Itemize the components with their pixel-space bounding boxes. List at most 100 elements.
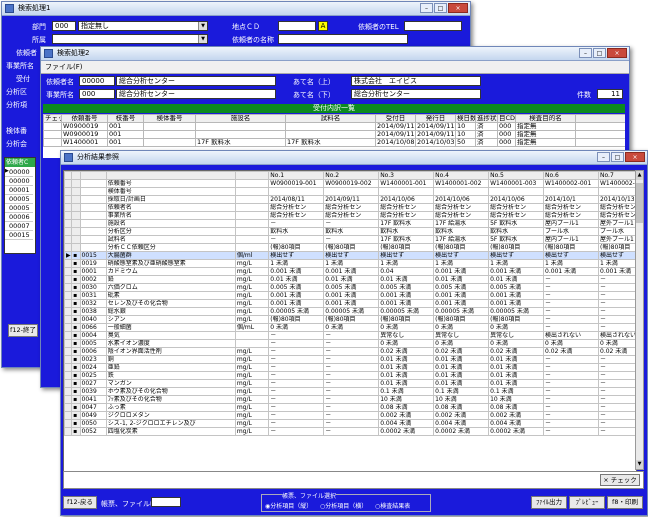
row-checkbox[interactable]: ▪ [71, 427, 81, 436]
col-header[interactable]: 依頼番号 [61, 114, 108, 123]
table-row[interactable]: ▪ 0039 ホウ素及びその化合物 mg/L －－ 0.1 未満 0.1 未満 0.1 未満－… [64, 387, 636, 396]
column-header[interactable]: No.4 [433, 171, 490, 180]
row-checkbox[interactable] [71, 179, 81, 188]
table-row[interactable]: ▪0066一般細菌個/mL0 未満0 未満0 未満0 未満0 未満－－－0 未満 [64, 323, 636, 332]
row-checkbox[interactable] [71, 211, 81, 220]
close-icon[interactable]: × [607, 48, 627, 58]
table-row[interactable]: ▪0005水素イオン濃度－－0 未満0 未満0 未満0 未満0 未満0 未満0 … [64, 339, 636, 348]
list-item[interactable]: 00001 [5, 186, 33, 195]
atesaki-up-field[interactable]: 株式会社 エイビス [351, 76, 481, 86]
table-row[interactable]: ▪ 0001 カドミウム mg/L 0.001 未満 0.001 未満 0.04 0.001 … [64, 267, 636, 276]
row-checkbox[interactable]: ▪ [71, 299, 81, 308]
row-checkbox[interactable]: ▪ [71, 419, 81, 428]
minimize-icon[interactable]: – [420, 3, 433, 13]
close-icon[interactable]: × [448, 3, 468, 13]
ledger-field[interactable] [151, 497, 181, 507]
row-checkbox[interactable]: ▪ [71, 331, 81, 340]
list-item[interactable]: 00000 [5, 168, 33, 177]
preview-button[interactable]: ﾌﾟﾚﾋﾞｭｰ [569, 496, 605, 509]
chiten-cd-field[interactable] [278, 21, 316, 31]
row-checkbox[interactable]: ▪ [71, 275, 81, 284]
table-row[interactable]: W1400001 001 17F 飲料水 17F 飲料水 2014/10/08 … [43, 138, 625, 147]
scroll-down-icon[interactable]: ▼ [636, 460, 643, 469]
table-row[interactable]: ▪0025鉄mg/L－－0.01 未満0.01 未満0.01 未満－－－0.01… [64, 371, 636, 380]
row-checkbox[interactable]: ▪ [71, 403, 81, 412]
table-row[interactable]: ▪ 0006 陰イオン界面活性剤 mg/L －－ 0.02 未満 0.02 未満 0.02 未… [64, 347, 636, 356]
list-item[interactable]: 00005 [5, 195, 33, 204]
table-row[interactable]: W0900019 001 2014/09/11 2014/09/11 10 済 … [43, 122, 625, 131]
col-header[interactable]: 試料名 [285, 114, 376, 123]
menu-file[interactable]: ファイル(F) [45, 63, 83, 71]
table-row[interactable]: ▶ ▪ 0015 大腸菌群 個/ml 検出せず 検出せず 検出せず 検出せず 検出せず 検出せず 検出… [64, 251, 636, 260]
radio-option[interactable]: ○検査結果表 [375, 501, 410, 510]
column-header[interactable]: No.6 [543, 171, 599, 180]
row-checkbox[interactable]: ▪ [71, 355, 81, 364]
jigyosho-code-field[interactable]: 000 [79, 89, 115, 99]
row-checkbox[interactable]: ▪ [71, 411, 81, 420]
row-checkbox[interactable]: ▪ [71, 379, 81, 388]
list-item[interactable]: 00007 [5, 222, 33, 231]
row-checkbox[interactable]: ▪ [71, 283, 81, 292]
row-checkbox[interactable]: ▪ [71, 307, 81, 316]
row-checkbox[interactable] [43, 130, 62, 139]
table-row[interactable]: ▪ 0038 総水銀 mg/L 0.00005 未満 0.00005 未満 0.00005 … [64, 307, 636, 316]
table-row[interactable]: W0900019 001 2014/09/11 2014/09/11 10 済 … [43, 130, 625, 139]
column-header[interactable]: No.2 [323, 171, 380, 180]
vertical-scrollbar[interactable]: ▲ ▼ [635, 170, 644, 470]
irainin-code-field[interactable]: 00000 [79, 76, 115, 86]
table-row[interactable]: ▪0023銅mg/L－－0.01 未満0.01 未満0.01 未満－－－0.01… [64, 355, 636, 364]
irainin-name-field[interactable]: 総合分析センター [116, 76, 276, 86]
column-header[interactable]: No.1 [268, 171, 325, 180]
row-checkbox[interactable]: ▪ [71, 347, 81, 356]
maximize-icon[interactable]: □ [611, 152, 624, 162]
exit-button[interactable]: f12-終了 [8, 324, 38, 337]
col-header[interactable]: 枝番号 [107, 114, 144, 123]
col-header[interactable]: 発行日 [415, 114, 456, 123]
bumon-code-field[interactable]: 000 [52, 21, 76, 31]
row-checkbox[interactable] [43, 138, 62, 147]
table-row[interactable]: ▪ 0052 四塩化炭素 mg/L －－ 0.0002 未満 0.0002 未満 0.0002… [64, 427, 636, 436]
minimize-icon[interactable]: – [597, 152, 610, 162]
jigyosho-name-field[interactable]: 総合分析センター [116, 89, 276, 99]
table-row[interactable]: ▪0004臭気－－異常なし異常なし異常なし検出されない検出されない検出されない異… [64, 331, 636, 340]
table-row[interactable]: ▪0027マンガンmg/L－－0.01 未満0.01 未満0.01 未満－－－0… [64, 379, 636, 388]
row-checkbox[interactable]: ▪ [71, 339, 81, 348]
close-icon[interactable]: × [625, 152, 645, 162]
table-row[interactable]: ▪ 0019 硝酸態窒素及び亜硝酸態窒素 mg/L 1 未満 1 未満 1 未満 1 未満 1 … [64, 259, 636, 268]
row-checkbox[interactable] [71, 235, 81, 244]
row-checkbox[interactable]: ▪ [71, 259, 81, 268]
list-item[interactable]: 00006 [5, 213, 33, 222]
column-header[interactable]: No.7 [598, 171, 636, 180]
irainin-mei-field[interactable] [278, 34, 408, 44]
row-checkbox[interactable]: ▪ [71, 291, 81, 300]
row-checkbox[interactable]: ▪ [71, 387, 81, 396]
table-row[interactable]: ▪ 0040 シアン mg/L (報)80項目 (報)80項目 (報)80項目 (報)80項目… [64, 315, 636, 324]
col-header[interactable]: 検査目的名 [515, 114, 576, 123]
list-item[interactable]: 00015 [5, 231, 33, 240]
table-row[interactable]: ▪ 0002 鉛 mg/L 0.01 未満 0.01 未満 0.01 未満 0.01 未満 0.… [64, 275, 636, 284]
table-row[interactable]: ▪ 0050 シス-1, 2-ジクロロエチレン及び mg/L －－ 0.004 未満 0.0… [64, 419, 636, 428]
irainin-tel-field[interactable] [404, 21, 462, 31]
row-checkbox[interactable]: ▪ [71, 371, 81, 380]
atesaki-down-field[interactable]: 総合分析センター [351, 89, 481, 99]
table-row[interactable]: ▪ 0030 六価クロム mg/L 0.005 未満 0.005 未満 0.005 未満 0.… [64, 283, 636, 292]
print-button[interactable]: f8・印刷 [607, 496, 643, 509]
radio-option[interactable]: ◉分析項目（縦） [265, 501, 312, 510]
chevron-down-icon[interactable]: ▼ [198, 35, 207, 43]
col-header[interactable]: 検日数 [455, 114, 476, 123]
table-row[interactable]: ▪ 0032 セレン及びその化合物 mg/L 0.001 未満 0.001 未満 0.001… [64, 299, 636, 308]
bumon-select[interactable]: 指定無し ▼ [78, 21, 208, 31]
row-checkbox[interactable] [71, 187, 81, 196]
row-checkbox[interactable]: ▪ [71, 395, 81, 404]
table-row[interactable]: ▪0041ﾌｯ素及びその化合物mg/L－－10 未満10 未満10 未満－－－－ [64, 395, 636, 404]
col-header[interactable]: 検体番号 [143, 114, 196, 123]
row-checkbox[interactable]: ▪ [71, 315, 81, 324]
row-checkbox[interactable] [43, 122, 62, 131]
maximize-icon[interactable]: □ [434, 3, 447, 13]
chevron-down-icon[interactable]: ▼ [198, 22, 207, 30]
row-checkbox[interactable] [71, 219, 81, 228]
scroll-thumb[interactable] [636, 183, 643, 223]
col-header[interactable]: 進捗状況 [475, 114, 498, 123]
row-checkbox[interactable]: ▪ [71, 323, 81, 332]
col-header[interactable]: 目CD [497, 114, 516, 123]
